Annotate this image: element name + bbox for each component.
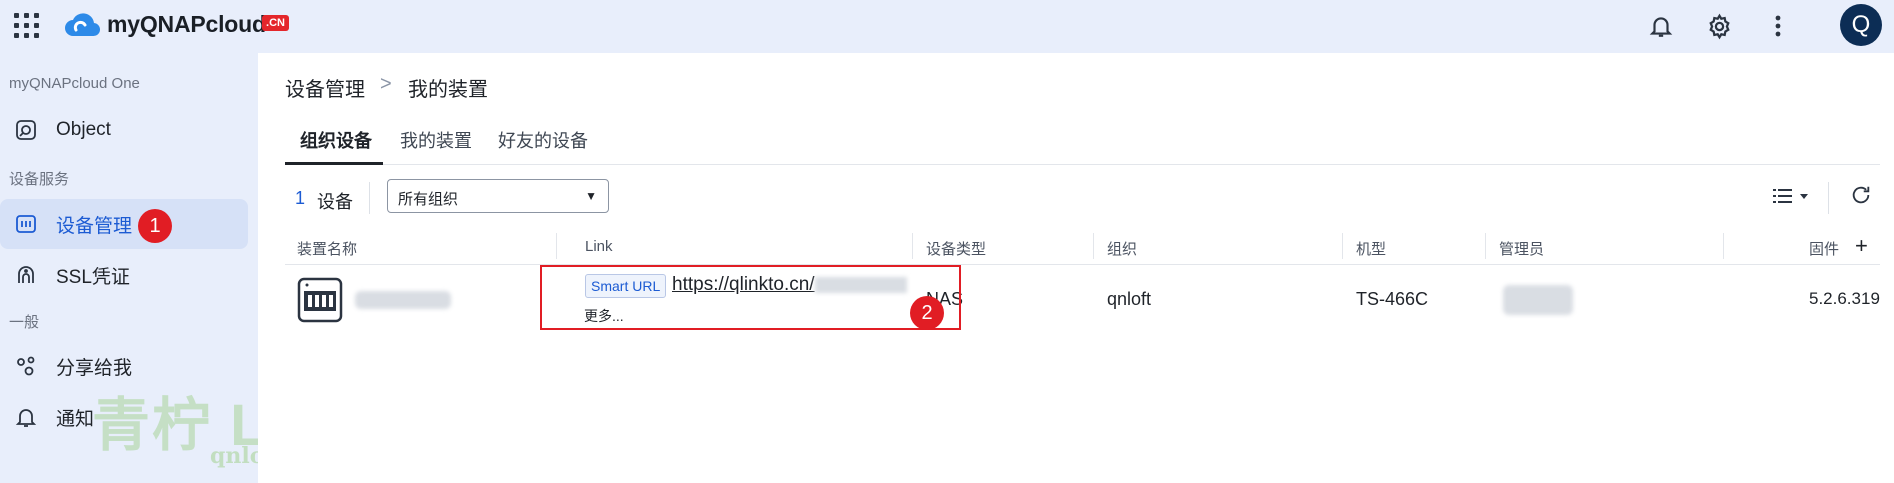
column-divider [912,233,913,259]
device-model: TS-466C [1356,289,1429,309]
column-divider [556,233,557,259]
device-firmware: 5.2.6.319 [1809,289,1880,308]
sidebar-section-label: 一般 [9,314,40,331]
table-row[interactable]: NAS qnloft TS-466C 5.2.6.319 [285,265,1880,335]
sidebar-section-label: myQNAPcloud One [9,75,140,92]
apps-grid-icon[interactable] [14,13,39,38]
object-storage-icon [14,118,38,142]
column-divider [1093,233,1094,259]
column-header-admin[interactable]: 管理员 [1499,238,1544,259]
redacted-device-name [355,291,451,309]
sidebar-item-label: 通知 [56,408,95,430]
active-tab-indicator [285,162,383,165]
column-divider [1723,233,1724,259]
app-title[interactable]: myQNAPcloud [107,11,266,38]
column-header-name[interactable]: 装置名称 [297,238,357,259]
smart-url-badge: Smart URL [585,274,667,298]
gear-icon[interactable] [1703,10,1735,42]
tab-friend-devices[interactable]: 好友的设备 [498,127,588,153]
redacted-url-suffix [814,276,907,293]
share-icon [14,354,38,378]
column-header-org[interactable]: 组织 [1107,238,1137,259]
divider [1828,182,1829,214]
device-toolbar: 1 设备 所有组织 ▼ [285,178,1880,218]
cloud-logo-icon [65,13,100,37]
caret-down-icon: ▼ [585,189,597,203]
org-filter-select[interactable]: 所有组织 ▼ [387,179,609,213]
bell-icon [14,405,38,429]
table-header: 装置名称 Link 设备类型 组织 机型 管理员 固件 + [285,229,1880,265]
sidebar-item-object[interactable]: Object [0,105,248,155]
column-header-model[interactable]: 机型 [1356,238,1386,259]
more-vertical-icon[interactable] [1762,10,1794,42]
breadcrumb-current: 我的装置 [408,79,488,101]
redacted-admin [1503,285,1573,315]
smart-url-link[interactable]: https://qlinkto.cn/ [672,274,907,296]
add-column-icon[interactable]: + [1855,233,1868,259]
tab-my-devices[interactable]: 我的装置 [400,127,472,153]
refresh-icon[interactable] [1850,184,1872,211]
certificate-icon [14,263,38,287]
sidebar-item-label: 分享给我 [56,357,133,379]
org-filter-value: 所有组织 [398,191,459,208]
top-bar: myQNAPcloud .CN Q [0,0,1894,53]
user-avatar[interactable]: Q [1840,4,1882,46]
list-view-icon[interactable] [1773,186,1809,211]
step-marker-1: 1 [138,209,172,243]
device-org: qnloft [1107,289,1152,309]
column-header-firmware[interactable]: 固件 [1809,238,1839,259]
column-header-type[interactable]: 设备类型 [926,238,986,259]
bell-icon[interactable] [1645,10,1677,42]
breadcrumb-separator: > [380,73,392,95]
sidebar-item-label: SSL凭证 [56,266,130,288]
tab-org-devices[interactable]: 组织设备 [300,127,372,153]
region-badge: .CN [262,15,289,31]
main-content: 设备管理 > 我的装置 组织设备 我的装置 好友的设备 1 设备 所有组织 ▼ [258,53,1894,483]
nas-device-icon [297,277,343,328]
column-divider [1485,233,1486,259]
breadcrumb-root[interactable]: 设备管理 [285,73,365,102]
column-header-link[interactable]: Link [585,238,613,255]
sidebar-item-ssl[interactable]: SSL凭证 [0,250,248,300]
step-marker-2: 2 [910,296,944,330]
column-divider [1342,233,1343,259]
sidebar-item-device-management[interactable]: 设备管理 [0,199,248,249]
sidebar-item-label: 设备管理 [56,215,133,237]
sidebar-item-label: Object [56,119,111,140]
sidebar-section-label: 设备服务 [9,171,70,188]
device-icon [14,212,38,236]
device-count-label: 设备 [317,192,353,212]
device-count: 1 [295,188,306,208]
divider [369,182,370,214]
more-link[interactable]: 更多... [584,306,624,326]
tab-bar: 组织设备 我的装置 好友的设备 [285,111,1880,165]
